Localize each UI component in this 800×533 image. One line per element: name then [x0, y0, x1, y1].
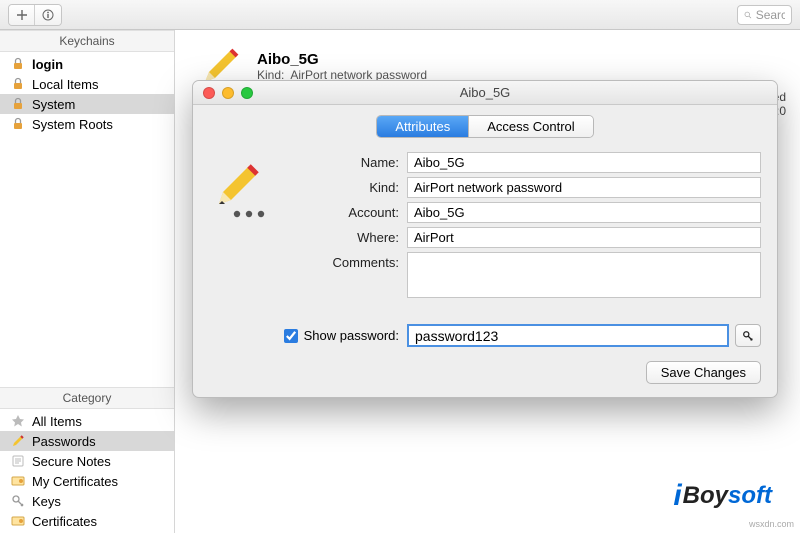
sidebar-item-label: Passwords: [32, 434, 96, 449]
name-field[interactable]: [407, 152, 761, 173]
sidebar-item-all-items[interactable]: All Items: [0, 411, 174, 431]
watermark-logo: iBoysoft: [673, 479, 772, 513]
sidebar-item-local-items[interactable]: Local Items: [0, 74, 174, 94]
sidebar: Keychains login Local Items System Syste…: [0, 30, 175, 533]
sidebar-item-label: All Items: [32, 414, 82, 429]
new-button[interactable]: [9, 5, 35, 25]
sidebar-item-certificates[interactable]: Certificates: [0, 511, 174, 531]
label-comments: Comments:: [287, 252, 407, 270]
sidebar-item-label: Secure Notes: [32, 454, 111, 469]
sidebar-item-system-roots[interactable]: System Roots: [0, 114, 174, 134]
fields: Name: Kind: Account: Where: Comments:: [287, 152, 761, 302]
sidebar-item-label: login: [32, 57, 63, 72]
all-items-icon: [10, 413, 26, 429]
save-row: Save Changes: [193, 347, 777, 384]
sidebar-item-label: Keys: [32, 494, 61, 509]
sidebar-item-label: System: [32, 97, 75, 112]
show-password-checkbox[interactable]: [284, 329, 298, 343]
lock-icon: [10, 56, 26, 72]
pencil-icon: [10, 433, 26, 449]
tab-access-control[interactable]: Access Control: [468, 116, 592, 137]
segmented-control: Attributes Access Control: [376, 115, 593, 138]
password-field[interactable]: [407, 324, 729, 347]
section-title-category: Category: [0, 387, 174, 409]
account-field[interactable]: [407, 202, 761, 223]
toolbar: Search: [0, 0, 800, 30]
lock-icon: [10, 96, 26, 112]
sidebar-item-secure-notes[interactable]: Secure Notes: [0, 451, 174, 471]
pencil-icon: [211, 162, 277, 222]
kind-field[interactable]: [407, 177, 761, 198]
label-where: Where:: [287, 230, 407, 245]
keychain-list: login Local Items System System Roots: [0, 52, 174, 136]
sidebar-item-system[interactable]: System: [0, 94, 174, 114]
comments-field[interactable]: [407, 252, 761, 298]
tabbar: Attributes Access Control: [193, 105, 777, 152]
search-icon: [744, 10, 752, 20]
note-icon: [10, 453, 26, 469]
watermark-domain: wsxdn.com: [749, 519, 794, 529]
form: Name: Kind: Account: Where: Comments:: [193, 152, 777, 302]
where-field[interactable]: [407, 227, 761, 248]
label-account: Account:: [287, 205, 407, 220]
sidebar-item-label: Certificates: [32, 514, 97, 529]
key-icon: [10, 493, 26, 509]
toolbar-group-left: [8, 4, 62, 26]
section-title-keychains: Keychains: [0, 30, 174, 52]
search-input[interactable]: Search: [737, 5, 792, 25]
item-title: Aibo_5G: [257, 51, 427, 68]
label-name: Name:: [287, 155, 407, 170]
lock-icon: [10, 116, 26, 132]
certificate-icon: [10, 473, 26, 489]
category-list: All Items Passwords Secure Notes My Cert…: [0, 409, 174, 533]
sidebar-item-label: My Certificates: [32, 474, 118, 489]
save-changes-button[interactable]: Save Changes: [646, 361, 761, 384]
key-icon: [742, 330, 754, 342]
sidebar-item-login[interactable]: login: [0, 54, 174, 74]
form-icon: [201, 152, 287, 302]
lock-icon: [10, 76, 26, 92]
titlebar: Aibo_5G: [193, 81, 777, 105]
sidebar-item-label: Local Items: [32, 77, 98, 92]
certificate-icon: [10, 513, 26, 529]
sidebar-item-passwords[interactable]: Passwords: [0, 431, 174, 451]
password-key-button[interactable]: [735, 324, 761, 347]
modal-title: Aibo_5G: [193, 85, 777, 100]
sidebar-item-my-certificates[interactable]: My Certificates: [0, 471, 174, 491]
info-button[interactable]: [35, 5, 61, 25]
password-row: Show password:: [201, 324, 761, 347]
search-placeholder: Search: [756, 8, 785, 22]
label-show-password: Show password:: [304, 328, 399, 343]
sidebar-item-keys[interactable]: Keys: [0, 491, 174, 511]
sidebar-item-label: System Roots: [32, 117, 113, 132]
tab-attributes[interactable]: Attributes: [377, 116, 468, 137]
label-kind: Kind:: [287, 180, 407, 195]
attributes-modal: Aibo_5G Attributes Access Control Name:: [192, 80, 778, 398]
